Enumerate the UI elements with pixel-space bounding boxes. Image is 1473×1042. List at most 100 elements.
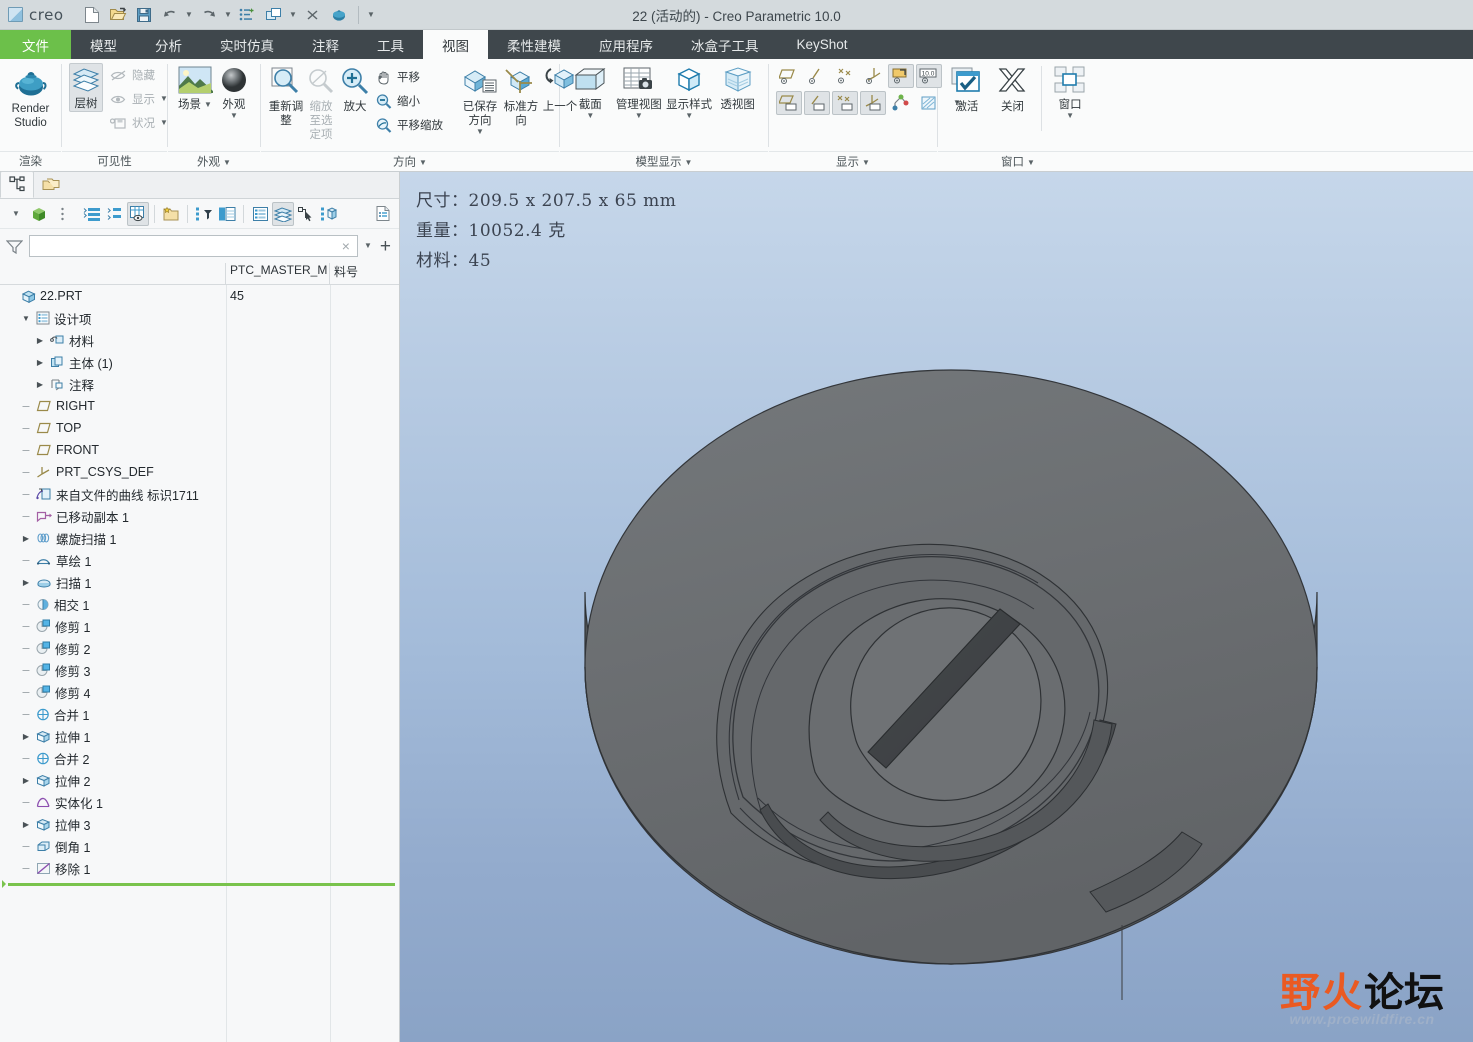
clear-search-icon[interactable]: × (339, 238, 353, 254)
spin-center-icon[interactable] (888, 91, 914, 115)
tree-rows-container[interactable]: 22.PRT 45 ▼ 设计项 ▶ 材料 ▶ 主体 (1) ▶ 注释 – RIGHT – TOP – FRON… (0, 285, 399, 1042)
tree-toggle-collapsed[interactable]: ▶ (20, 776, 32, 785)
datum-csys-icon[interactable] (860, 64, 886, 88)
activate-button[interactable]: 激活 (945, 63, 989, 114)
appearance-button[interactable]: 外观 ▼ (215, 63, 253, 120)
layer-tree-tab[interactable] (34, 171, 68, 198)
tree-row[interactable]: – 草绘 1 (0, 549, 399, 571)
tab-keyshot[interactable]: KeyShot (778, 30, 867, 59)
dialog-launcher-icon[interactable]: ▼ (862, 152, 870, 173)
column-header-part-number[interactable]: 料号 (330, 263, 399, 285)
tab-tools[interactable]: 工具 (358, 30, 423, 59)
search-input[interactable] (34, 237, 339, 255)
axis-tag-icon[interactable] (804, 91, 830, 115)
tab-model[interactable]: 模型 (71, 30, 136, 59)
tree-row[interactable]: ▶ 主体 (1) (0, 351, 399, 373)
undo-dropdown-icon[interactable]: ▼ (184, 4, 195, 26)
datum-point-icon[interactable] (832, 64, 858, 88)
window-switch-icon[interactable] (262, 4, 286, 26)
csys-tag-icon[interactable] (860, 91, 886, 115)
tab-annotate[interactable]: 注释 (293, 30, 358, 59)
tree-settings-caret[interactable]: ▼ (5, 202, 27, 226)
hide-button[interactable]: 隐藏 (106, 63, 172, 87)
tree-row[interactable]: – FRONT (0, 439, 399, 461)
column-header-ptc-master[interactable]: PTC_MASTER_M (226, 262, 330, 285)
expand-list-icon[interactable] (81, 202, 103, 226)
dialog-launcher-icon[interactable]: ▼ (1027, 152, 1035, 173)
ribbon-tab-bar[interactable]: 文件 模型 分析 实时仿真 注释 工具 视图 柔性建模 应用程序 冰盒子工具 K… (0, 30, 1473, 59)
tree-row[interactable]: ▶ 材料 (0, 329, 399, 351)
tree-row[interactable]: – 已移动副本 1 (0, 505, 399, 527)
teapot-render-icon[interactable] (327, 4, 351, 26)
tree-row[interactable]: – RIGHT (0, 395, 399, 417)
close-button[interactable]: 关闭 (991, 63, 1035, 114)
plus-icon[interactable]: + (378, 237, 393, 256)
point-tag-icon[interactable] (832, 91, 858, 115)
zoom-out-button[interactable]: 缩小 (372, 89, 447, 113)
chevron-down-icon[interactable]: ▼ (635, 112, 643, 120)
vertical-dots-icon[interactable] (51, 202, 73, 226)
tree-row[interactable]: – 实体化 1 (0, 791, 399, 813)
perspective-view-button[interactable]: 透视图 (714, 63, 761, 112)
tree-row[interactable]: – 修剪 2 (0, 637, 399, 659)
status-button[interactable]: 状况 ▼ (106, 111, 172, 135)
tab-analysis[interactable]: 分析 (136, 30, 201, 59)
annotation-tag-icon[interactable] (888, 64, 914, 88)
chevron-down-icon[interactable]: ▼ (160, 119, 168, 127)
tree-row[interactable]: – 倒角 1 (0, 835, 399, 857)
scroll-plate-3d-model[interactable] (400, 172, 1473, 1042)
dialog-launcher-icon[interactable]: ▼ (419, 152, 427, 173)
model-tree-tab[interactable] (0, 171, 34, 198)
tab-icebox-tools[interactable]: 冰盒子工具 (672, 30, 778, 59)
tree-row[interactable]: ▶ 拉伸 1 (0, 725, 399, 747)
tree-toggle-collapsed[interactable]: ▶ (20, 534, 32, 543)
tree-column-headers[interactable]: PTC_MASTER_M 料号 (0, 262, 399, 285)
refit-button[interactable]: 重新调整 (268, 63, 304, 128)
model-tree-panel[interactable]: ▼ × ▼ + PTC_MASTER_M 料号 22.PRT 45 ▼ 设计项 … (0, 171, 400, 1042)
layers-stack-icon[interactable] (272, 201, 294, 226)
zoom-to-selection-button[interactable]: 缩放至选定项 (304, 63, 338, 142)
collapse-list-icon[interactable] (104, 202, 126, 226)
table-eye-icon[interactable] (127, 201, 149, 226)
tree-toggle-expanded[interactable]: ▼ (20, 314, 32, 323)
datum-plane-icon[interactable] (776, 64, 802, 88)
tab-view[interactable]: 视图 (423, 30, 488, 59)
tree-row[interactable]: – 来自文件的曲线 标识1711 (0, 483, 399, 505)
zoom-in-button[interactable]: 放大 (338, 63, 372, 114)
tree-toggle-collapsed[interactable]: ▶ (20, 820, 32, 829)
tree-row[interactable]: – 相交 1 (0, 593, 399, 615)
tab-file[interactable]: 文件 (0, 30, 71, 59)
dialog-launcher-icon[interactable]: ▼ (685, 152, 693, 173)
graphics-viewport[interactable]: 尺寸：209.5 x 207.5 x 65 mm 重量：10052.4 克 材料… (400, 172, 1473, 1042)
folder-star-icon[interactable] (160, 202, 182, 226)
standard-orientation-button[interactable]: 标准方向 (501, 63, 541, 128)
tree-row[interactable]: ▶ 扫描 1 (0, 571, 399, 593)
ribbon-panel[interactable]: Render Studio 渲染 层树 隐藏 显示 ▼ 状况 ▼ 可见性 场景 … (0, 59, 1473, 172)
redo-dropdown-icon[interactable]: ▼ (223, 4, 234, 26)
scene-button[interactable]: 场景 ▼ (175, 63, 215, 112)
dialog-launcher-icon[interactable]: ▼ (223, 152, 231, 173)
tree-row[interactable]: – 修剪 4 (0, 681, 399, 703)
pan-button[interactable]: 平移 (372, 65, 447, 89)
tree-row[interactable]: – 合并 2 (0, 747, 399, 769)
tab-live-simulation[interactable]: 实时仿真 (201, 30, 293, 59)
tree-toggle-collapsed[interactable]: ▶ (20, 732, 32, 741)
undo-icon[interactable] (158, 4, 182, 26)
chevron-down-icon[interactable]: ▼ (685, 112, 693, 120)
pan-zoom-button[interactable]: 平移缩放 (372, 113, 447, 137)
regenerate-icon[interactable] (236, 4, 260, 26)
datum-axis-icon[interactable] (804, 64, 830, 88)
green-cube-icon[interactable] (28, 202, 50, 226)
tree-toggle-collapsed[interactable]: ▶ (34, 358, 46, 367)
cross-section-button[interactable]: 截面 ▼ (567, 63, 614, 120)
tree-row[interactable]: ▶ 注释 (0, 373, 399, 395)
plane-tag-icon[interactable] (776, 91, 802, 115)
tree-row[interactable]: ▼ 设计项 (0, 307, 399, 329)
chevron-down-icon[interactable]: ▼ (364, 242, 372, 250)
close-window-icon[interactable] (301, 4, 325, 26)
tree-structure-icon[interactable] (318, 202, 340, 226)
tree-toggle-collapsed[interactable]: ▶ (34, 336, 46, 345)
chevron-down-icon[interactable]: ▼ (160, 95, 168, 103)
tree-row[interactable]: 22.PRT 45 (0, 285, 399, 307)
tree-row[interactable]: – 修剪 1 (0, 615, 399, 637)
